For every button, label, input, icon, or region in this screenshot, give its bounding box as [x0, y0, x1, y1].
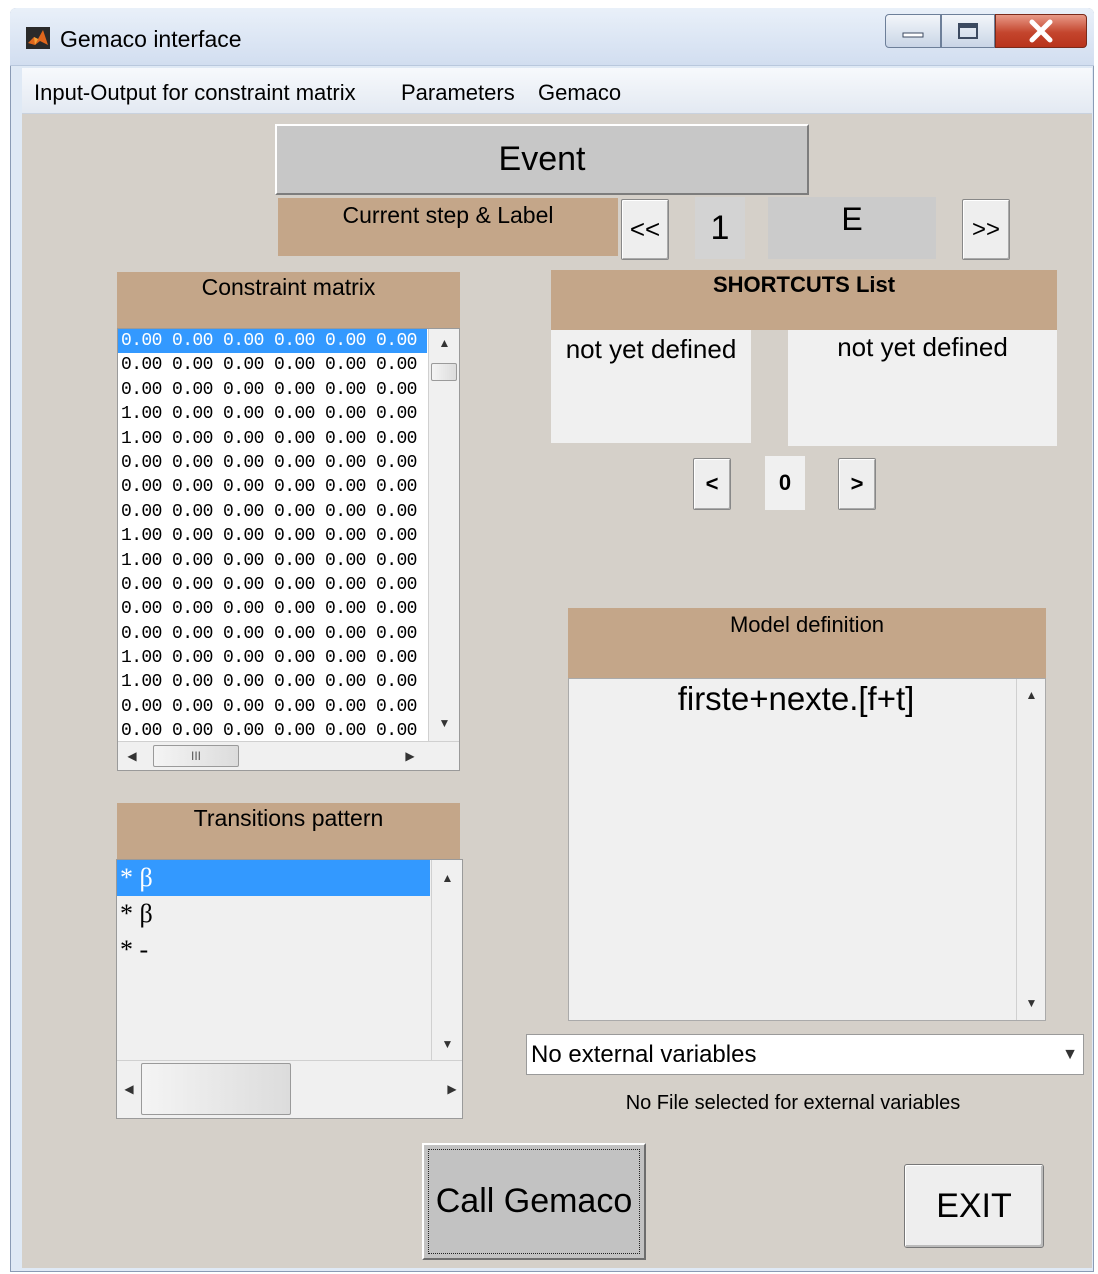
matrix-row[interactable]: 1.00 0.00 0.00 0.00 0.00 0.00 0.00	[118, 402, 459, 426]
current-step-label: Current step & Label	[278, 198, 618, 256]
horizontal-scroll-thumb[interactable]	[141, 1063, 291, 1115]
next-step-button[interactable]: >>	[962, 199, 1010, 260]
constraint-horizontal-scrollbar[interactable]: ◀ III ▶	[118, 741, 459, 770]
matrix-row[interactable]: 1.00 0.00 0.00 0.00 0.00 0.00 0.00	[118, 427, 459, 451]
matrix-row[interactable]: 1.00 0.00 0.00 0.00 0.00 0.00 0.00	[118, 670, 459, 694]
matrix-row[interactable]: 0.00 0.00 0.00 0.00 0.00 0.00 0.00	[118, 719, 459, 743]
matrix-row[interactable]: 0.00 0.00 0.00 0.00 0.00 0.00 0.00	[118, 451, 459, 475]
vertical-scroll-thumb[interactable]	[431, 363, 457, 381]
call-gemaco-button[interactable]: Call Gemaco	[422, 1143, 646, 1260]
shortcut-index: 0	[765, 456, 805, 510]
scroll-left-arrow-icon[interactable]: ◀	[119, 1061, 139, 1117]
scroll-left-arrow-icon[interactable]: ◀	[120, 742, 144, 770]
matrix-row[interactable]: 1.00 0.00 0.00 0.00 0.00 0.00 0.00	[118, 646, 459, 670]
matrix-row[interactable]: 0.00 0.00 0.00 0.00 0.00 0.00 0.00	[118, 378, 459, 402]
matrix-row[interactable]: 0.00 0.00 0.00 0.00 0.00 0.00 0.00	[118, 622, 459, 646]
scroll-right-arrow-icon[interactable]: ▶	[442, 1061, 462, 1117]
shortcut-next-button[interactable]: >	[838, 458, 876, 510]
transitions-horizontal-scrollbar[interactable]: ◀ ▶	[117, 1060, 462, 1118]
step-number: 1	[695, 197, 745, 259]
scroll-right-arrow-icon[interactable]: ▶	[398, 742, 422, 770]
scroll-up-arrow-icon[interactable]: ▲	[432, 866, 462, 890]
horizontal-scroll-thumb[interactable]: III	[153, 745, 239, 767]
matrix-row[interactable]: 0.00 0.00 0.00 0.00 0.00 0.00 0.00	[118, 329, 459, 354]
menu-parameters[interactable]: Parameters	[401, 80, 515, 106]
scroll-down-arrow-icon[interactable]: ▼	[1017, 991, 1046, 1015]
close-icon	[1029, 19, 1053, 43]
matrix-rows: 0.00 0.00 0.00 0.00 0.00 0.00 0.00 0.00 0…	[118, 329, 459, 744]
transition-items: * β * β * -	[117, 860, 462, 968]
minimize-icon	[902, 32, 924, 38]
menu-input-output[interactable]: Input-Output for constraint matrix	[34, 80, 356, 106]
matrix-row[interactable]: 0.00 0.00 0.00 0.00 0.00 0.00 0.00	[118, 597, 459, 621]
minimize-button[interactable]	[885, 14, 941, 48]
external-file-status: No File selected for external variables	[625, 1092, 961, 1114]
close-button[interactable]	[995, 14, 1087, 48]
shortcut-left-field[interactable]: not yet defined	[551, 330, 751, 443]
matrix-row[interactable]: 0.00 0.00 0.00 0.00 0.00 0.00 0.00	[118, 475, 459, 499]
exit-button[interactable]: EXIT	[904, 1164, 1044, 1248]
maximize-button[interactable]	[941, 14, 995, 48]
transition-item[interactable]: * -	[117, 932, 430, 968]
matrix-row[interactable]: 0.00 0.00 0.00 0.00 0.00 0.00 0.00	[118, 573, 459, 597]
chevron-down-icon[interactable]: ▼	[1058, 1040, 1082, 1070]
model-definition-header: Model definition	[568, 608, 1046, 678]
matrix-row[interactable]: 0.00 0.00 0.00 0.00 0.00 0.00 0.00	[118, 353, 459, 377]
previous-step-button[interactable]: <<	[621, 199, 669, 260]
matrix-row[interactable]: 0.00 0.00 0.00 0.00 0.00 0.00 0.00	[118, 695, 459, 719]
scroll-down-arrow-icon[interactable]: ▼	[432, 1032, 462, 1056]
shortcut-previous-button[interactable]: <	[693, 458, 731, 510]
constraint-matrix-header: Constraint matrix	[117, 272, 460, 328]
matrix-row[interactable]: 1.00 0.00 0.00 0.00 0.00 0.00 0.00	[118, 524, 459, 548]
transition-item[interactable]: * β	[117, 896, 430, 932]
matrix-row[interactable]: 1.00 0.00 0.00 0.00 0.00 0.00 0.00	[118, 549, 459, 573]
model-definition-text: firste+nexte.[f+t]	[677, 680, 915, 717]
constraint-vertical-scrollbar[interactable]: ▲ ▼	[428, 329, 459, 745]
transitions-pattern-header: Transitions pattern	[117, 803, 460, 859]
matrix-row[interactable]: 0.00 0.00 0.00 0.00 0.00 0.00 0.00	[118, 500, 459, 524]
shortcut-right-field[interactable]: not yet defined	[788, 330, 1057, 446]
matlab-icon	[26, 27, 50, 49]
step-label-value: E	[768, 197, 936, 259]
scroll-up-arrow-icon[interactable]: ▲	[429, 331, 459, 355]
menu-gemaco[interactable]: Gemaco	[538, 80, 621, 106]
model-definition-editor[interactable]: ▲ ▼	[568, 678, 1046, 1021]
event-button[interactable]: Event	[275, 124, 809, 195]
transition-item[interactable]: * β	[117, 860, 430, 896]
window-title: Gemaco interface	[60, 26, 242, 52]
maximize-icon	[958, 23, 978, 39]
constraint-matrix-list[interactable]: 0.00 0.00 0.00 0.00 0.00 0.00 0.00 0.00 0…	[117, 328, 460, 771]
transitions-pattern-list[interactable]: * β * β * - ▲ ▼ ◀ ▶	[116, 859, 463, 1119]
shortcuts-list-header: SHORTCUTS List	[551, 270, 1057, 330]
transitions-vertical-scrollbar[interactable]: ▲ ▼	[431, 860, 462, 1060]
scroll-down-arrow-icon[interactable]: ▼	[429, 711, 459, 735]
model-vertical-scrollbar[interactable]: ▲ ▼	[1016, 679, 1045, 1020]
external-variables-select[interactable]: No external variables	[526, 1034, 1084, 1075]
